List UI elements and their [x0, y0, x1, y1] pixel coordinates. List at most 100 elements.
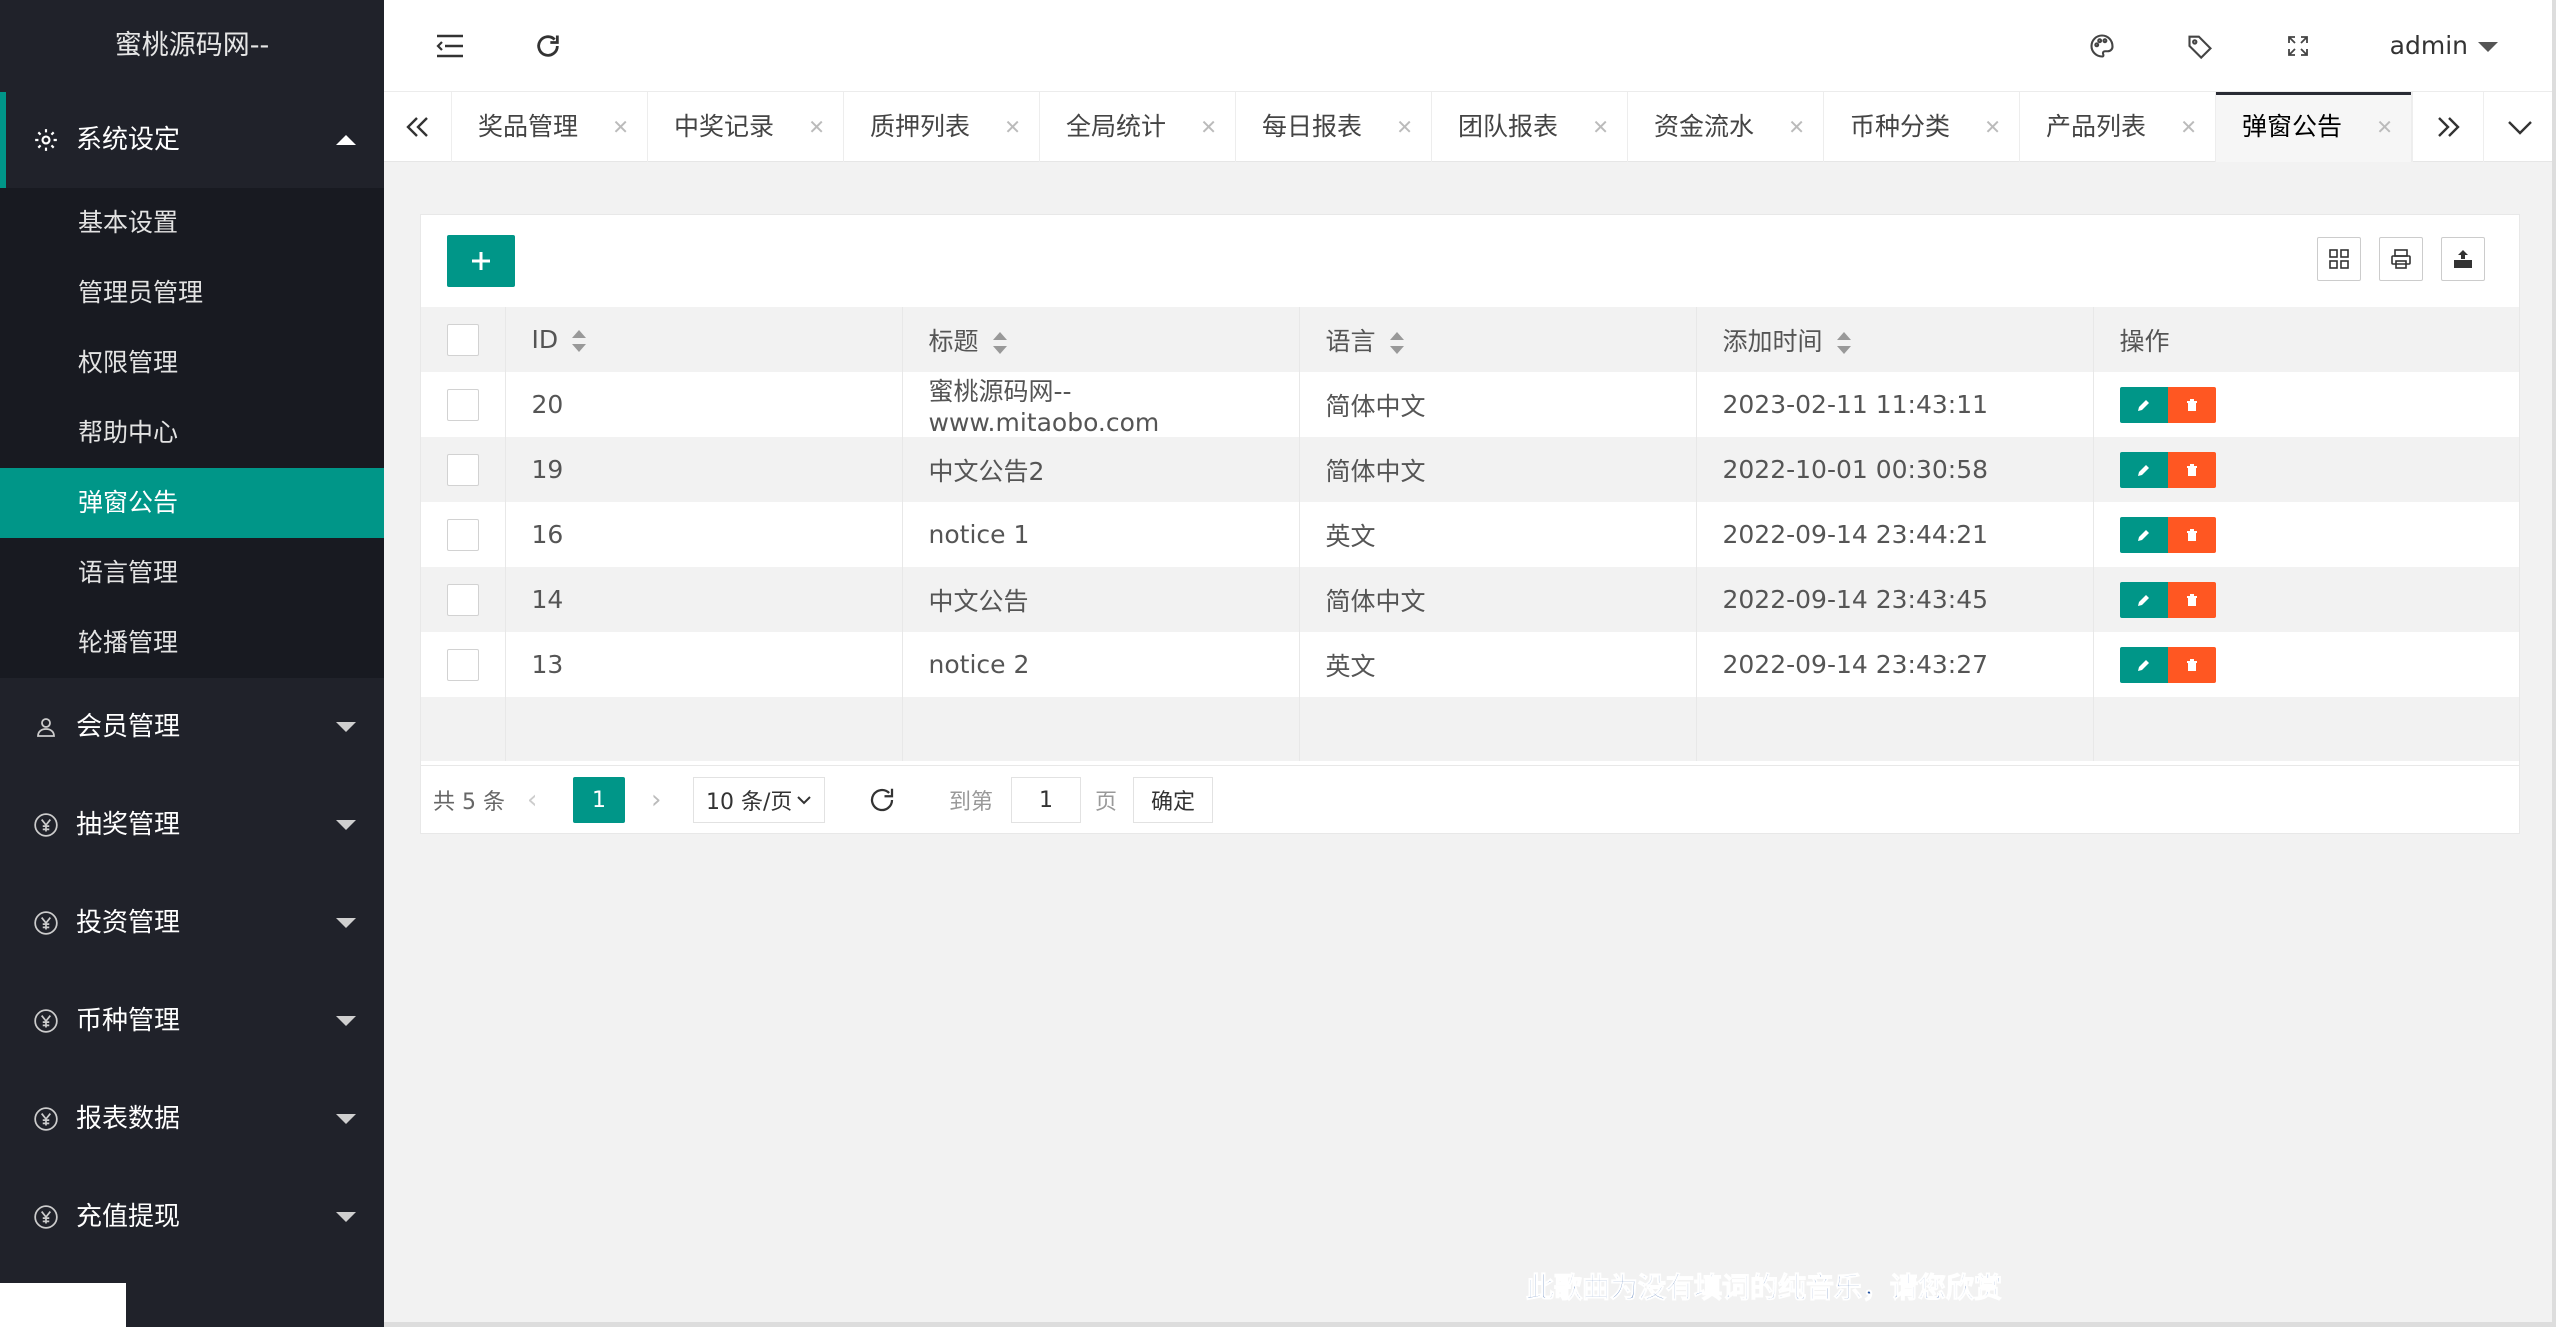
gear-icon	[30, 92, 62, 188]
cell-language: 英文	[1299, 632, 1697, 697]
delete-button[interactable]	[2167, 386, 2216, 423]
tab-prize-manage[interactable]: 奖品管理 ✕	[452, 92, 648, 162]
next-page-icon[interactable]: ›	[651, 766, 661, 834]
refresh-page-icon[interactable]	[867, 766, 897, 834]
filler-cell	[2093, 697, 2519, 761]
sort-icon[interactable]	[572, 330, 587, 352]
select-all-checkbox[interactable]	[447, 323, 479, 356]
prev-page-icon[interactable]: ‹	[527, 766, 537, 834]
tab-product-list[interactable]: 产品列表 ✕	[2020, 92, 2216, 162]
refresh-icon[interactable]	[518, 0, 578, 92]
tabs-dropdown-icon[interactable]	[2484, 92, 2556, 162]
row-checkbox-cell	[421, 437, 506, 502]
close-icon[interactable]: ✕	[2376, 92, 2393, 162]
menu-group-currency[interactable]: 币种管理	[0, 972, 384, 1070]
sidebar-item-popup-notice[interactable]: 弹窗公告	[0, 468, 384, 538]
edit-button[interactable]	[2119, 516, 2168, 553]
table-row: 14 中文公告 简体中文 2022-09-14 23:43:45	[421, 567, 2519, 632]
column-filter-icon[interactable]	[2317, 237, 2361, 281]
menu-group-reports[interactable]: 报表数据	[0, 1070, 384, 1168]
tab-label: 产品列表	[2046, 112, 2147, 141]
collapse-sidebar-icon[interactable]	[420, 0, 480, 92]
row-checkbox[interactable]	[447, 453, 479, 486]
row-checkbox[interactable]	[447, 648, 479, 681]
tab-fund-flow[interactable]: 资金流水 ✕	[1628, 92, 1824, 162]
page-size-select[interactable]: 10 条/页	[693, 777, 825, 823]
edit-button[interactable]	[2119, 451, 2168, 488]
tag-icon[interactable]	[2170, 0, 2230, 92]
close-icon[interactable]: ✕	[1788, 92, 1805, 162]
export-icon[interactable]	[2441, 237, 2485, 281]
tabs-scroll-right-icon[interactable]	[2412, 92, 2484, 162]
notice-table: ID 标题 语言 添加时间 操作 20 蜜桃源码网--www.mitaobo.c…	[421, 307, 2519, 761]
fullscreen-icon[interactable]	[2268, 0, 2328, 92]
close-icon[interactable]: ✕	[612, 92, 629, 162]
theme-palette-icon[interactable]	[2072, 0, 2132, 92]
yen-icon	[30, 1070, 62, 1168]
col-added-time[interactable]: 添加时间	[1696, 307, 2094, 372]
menu-group-investment[interactable]: 投资管理	[0, 874, 384, 972]
page-tabs: 奖品管理 ✕ 中奖记录 ✕ 质押列表 ✕ 全局统计 ✕ 每日报表 ✕ 团队报表 ✕ 资金流水…	[384, 92, 2556, 162]
delete-button[interactable]	[2167, 451, 2216, 488]
sidebar-item-language[interactable]: 语言管理	[0, 538, 384, 608]
notice-table-card: ID 标题 语言 添加时间 操作 20 蜜桃源码网--www.mitaobo.c…	[420, 214, 2520, 834]
edit-button[interactable]	[2119, 646, 2168, 683]
tab-currency-category[interactable]: 币种分类 ✕	[1824, 92, 2020, 162]
row-checkbox-cell	[421, 502, 506, 567]
sort-icon[interactable]	[1389, 331, 1404, 354]
sidebar-item-basic-settings[interactable]: 基本设置	[0, 188, 384, 258]
row-checkbox[interactable]	[447, 583, 479, 616]
sidebar-item-help-center[interactable]: 帮助中心	[0, 398, 384, 468]
delete-button[interactable]	[2167, 646, 2216, 683]
row-checkbox[interactable]	[447, 388, 479, 421]
close-icon[interactable]: ✕	[1592, 92, 1609, 162]
tab-pledge-list[interactable]: 质押列表 ✕	[844, 92, 1040, 162]
cell-language: 英文	[1299, 502, 1697, 567]
menu-group-recharge[interactable]: 充值提现	[0, 1168, 384, 1266]
close-icon[interactable]: ✕	[1200, 92, 1217, 162]
tab-team-report[interactable]: 团队报表 ✕	[1432, 92, 1628, 162]
row-checkbox[interactable]	[447, 518, 479, 551]
sidebar-item-carousel[interactable]: 轮播管理	[0, 608, 384, 678]
goto-confirm-button[interactable]: 确定	[1133, 777, 1213, 823]
edit-button[interactable]	[2119, 581, 2168, 618]
menu-group-system[interactable]: 系统设定	[0, 92, 384, 188]
app-logo[interactable]: 蜜桃源码网--	[0, 0, 384, 92]
tab-daily-report[interactable]: 每日报表 ✕	[1236, 92, 1432, 162]
col-label: 添加时间	[1722, 326, 1823, 356]
close-icon[interactable]: ✕	[1004, 92, 1021, 162]
delete-button[interactable]	[2167, 581, 2216, 618]
cell-language: 简体中文	[1299, 437, 1697, 502]
col-id[interactable]: ID	[505, 307, 903, 372]
tab-popup-notice[interactable]: 弹窗公告 ✕	[2216, 92, 2412, 162]
filler-cell	[1299, 697, 1697, 761]
col-language[interactable]: 语言	[1299, 307, 1697, 372]
tab-label: 资金流水	[1654, 112, 1755, 141]
cell-title: 中文公告	[902, 567, 1300, 632]
sidebar: 蜜桃源码网-- 系统设定 基本设置 管理员管理 权限管理 帮助中心 弹窗公告 语…	[0, 0, 384, 1327]
close-icon[interactable]: ✕	[1396, 92, 1413, 162]
add-notice-button[interactable]	[447, 235, 515, 287]
col-title[interactable]: 标题	[902, 307, 1300, 372]
menu-group-label: 币种管理	[76, 1006, 181, 1036]
menu-group-members[interactable]: 会员管理	[0, 678, 384, 776]
print-icon[interactable]	[2379, 237, 2423, 281]
close-icon[interactable]: ✕	[808, 92, 825, 162]
delete-button[interactable]	[2167, 516, 2216, 553]
sidebar-item-admin-manage[interactable]: 管理员管理	[0, 258, 384, 328]
music-caption-overlay: 此歌曲为没有填词的纯音乐，请您欣赏	[1525, 1271, 2003, 1305]
user-menu[interactable]: admin	[2390, 0, 2498, 92]
page-1-button[interactable]: 1	[573, 777, 625, 823]
menu-group-lottery[interactable]: 抽奖管理	[0, 776, 384, 874]
sort-icon[interactable]	[992, 331, 1007, 354]
sidebar-item-permissions[interactable]: 权限管理	[0, 328, 384, 398]
goto-page-input[interactable]	[1011, 777, 1081, 823]
close-icon[interactable]: ✕	[2180, 92, 2197, 162]
close-icon[interactable]: ✕	[1984, 92, 2001, 162]
menu-group-label: 充值提现	[76, 1202, 181, 1232]
edit-button[interactable]	[2119, 386, 2168, 423]
tab-global-stats[interactable]: 全局统计 ✕	[1040, 92, 1236, 162]
sort-icon[interactable]	[1836, 331, 1851, 354]
tabs-scroll-left-icon[interactable]	[384, 92, 452, 162]
tab-win-records[interactable]: 中奖记录 ✕	[648, 92, 844, 162]
